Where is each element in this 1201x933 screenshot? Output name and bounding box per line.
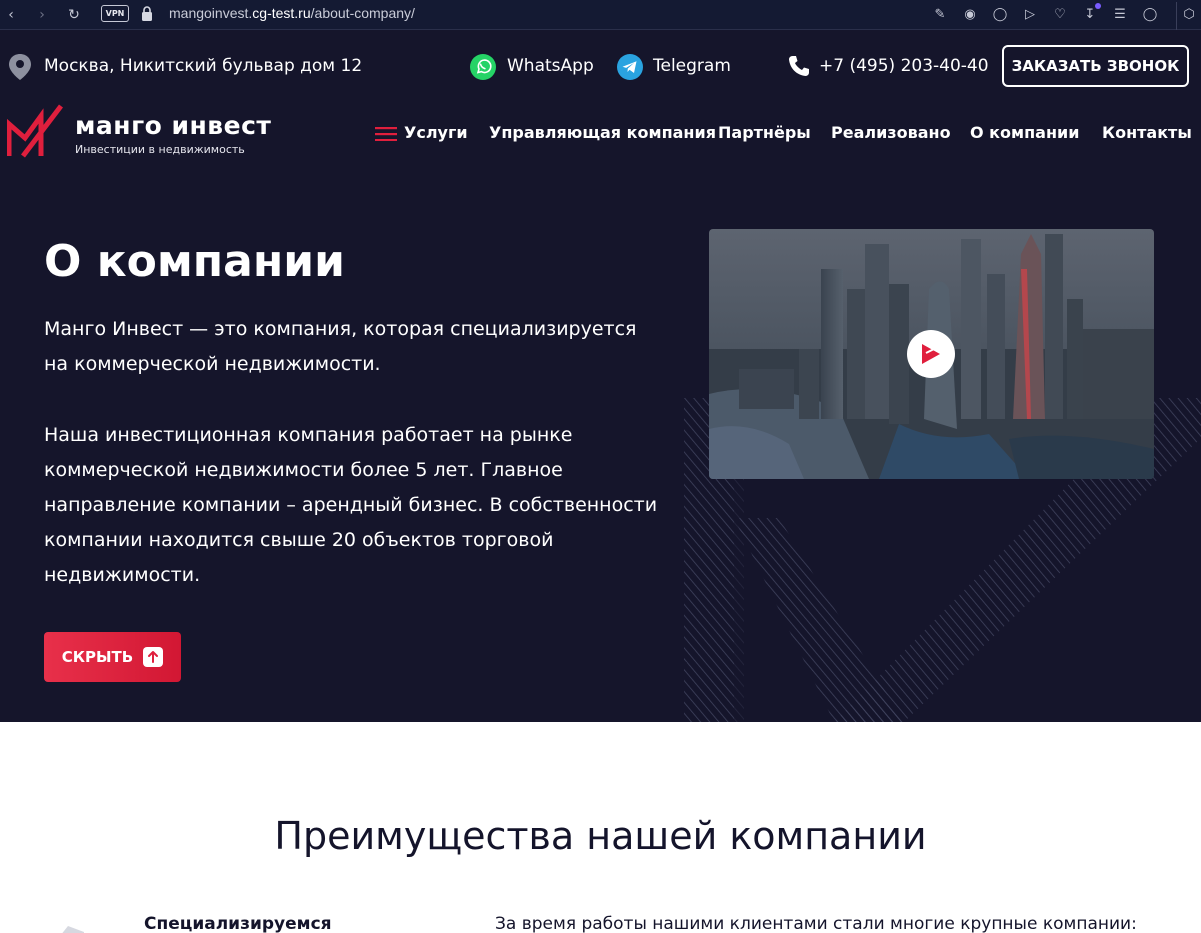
hide-button[interactable]: СКРЫТЬ (44, 632, 181, 682)
telegram-link[interactable]: Telegram (653, 56, 731, 76)
clients-intro-text: За время работы нашими клиентами стали м… (495, 914, 1137, 933)
advantages-title: Преимущества нашей компании (274, 814, 927, 858)
back-icon[interactable]: ‹ (0, 4, 22, 26)
cube-icon[interactable]: ⬡ (1176, 2, 1201, 30)
lock-icon (142, 6, 152, 21)
telegram-icon[interactable] (616, 53, 644, 81)
reload-icon[interactable]: ↻ (63, 4, 85, 26)
play-video-button[interactable] (907, 330, 955, 378)
order-callback-button[interactable]: ЗАКАЗАТЬ ЗВОНОК (1002, 45, 1189, 87)
whatsapp-link[interactable]: WhatsApp (507, 56, 594, 76)
notification-dot (1095, 3, 1101, 9)
nav-item-services[interactable]: Услуги (404, 123, 468, 142)
menu-icon[interactable]: ☰ (1109, 4, 1131, 26)
play-icon (922, 344, 940, 364)
browser-toolbar: ‹ › ↻ VPN mangoinvest.cg-test.ru/about-c… (0, 0, 1201, 30)
url-domain: cg-test.ru (252, 5, 311, 21)
company-intro-text: Манго Инвест — это компания, которая спе… (44, 318, 637, 375)
heart-icon[interactable]: ♡ (1049, 4, 1071, 26)
location-pin-icon (9, 54, 31, 80)
arrow-up-icon (143, 647, 164, 667)
hide-button-label: СКРЫТЬ (61, 648, 134, 666)
address-bar[interactable]: mangoinvest.cg-test.ru/about-company/ (169, 5, 415, 21)
camera-icon[interactable]: ◉ (959, 4, 981, 26)
page-title: О компании (44, 236, 345, 287)
url-path: /about-company/ (310, 5, 415, 21)
logo-tagline: Инвестиции в недвижимость (75, 143, 245, 156)
phone-number[interactable]: +7 (495) 203-40-40 (819, 56, 989, 76)
nav-item-partners[interactable]: Партнёры (718, 123, 811, 142)
mango-logo-icon[interactable] (7, 104, 63, 158)
nav-item-contacts[interactable]: Контакты (1102, 123, 1192, 142)
services-menu-icon[interactable] (375, 127, 397, 141)
whatsapp-icon[interactable] (469, 53, 497, 81)
advantage-icon (62, 926, 84, 933)
play-icon[interactable]: ▷ (1019, 4, 1041, 26)
nav-item-management-company[interactable]: Управляющая компания (489, 123, 716, 142)
company-description-text: Наша инвестиционная компания работает на… (44, 424, 658, 586)
nav-item-realized[interactable]: Реализовано (831, 123, 951, 142)
vpn-badge[interactable]: VPN (101, 5, 129, 22)
edit-icon[interactable]: ✎ (929, 4, 951, 26)
url-host: mangoinvest. (169, 5, 253, 21)
logo-name[interactable]: манго инвест (75, 111, 271, 140)
forward-icon[interactable]: › (31, 4, 53, 26)
advantage-item-title: Специализируемся (144, 914, 332, 933)
phone-icon (789, 56, 809, 76)
shield-icon[interactable]: ◯ (989, 4, 1011, 26)
office-address: Москва, Никитский бульвар дом 12 (44, 56, 363, 76)
profile-icon[interactable]: ◯ (1139, 4, 1161, 26)
nav-item-about[interactable]: О компании (970, 123, 1079, 142)
